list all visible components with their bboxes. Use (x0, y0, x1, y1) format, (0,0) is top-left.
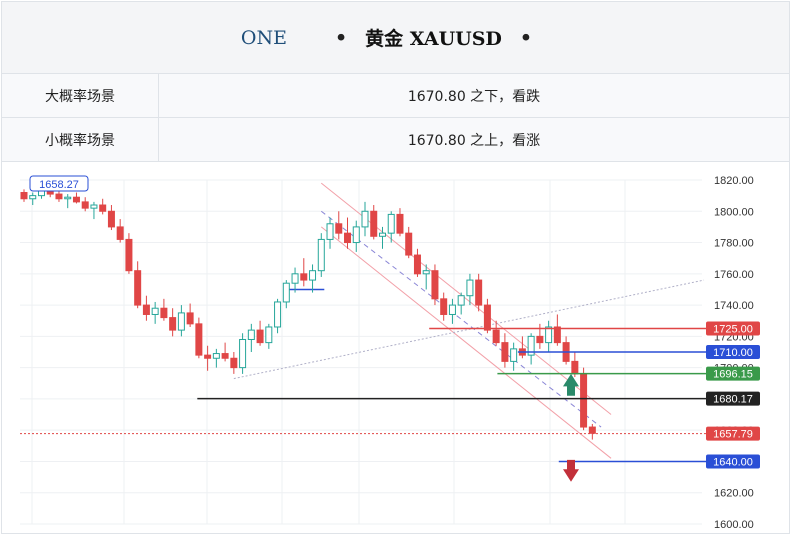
candle-body (291, 273, 299, 284)
chart-canvas[interactable]: 1600.001620.001640.001660.001680.001700.… (2, 162, 789, 533)
candle-body (169, 317, 177, 331)
candle-body (422, 270, 430, 275)
candle-body (396, 213, 404, 234)
channel-mid-line (320, 210, 602, 428)
candle-body (64, 196, 72, 200)
candle-body (370, 210, 378, 237)
scenario-value: 1670.80 之上，看涨 (407, 132, 541, 149)
scenario-row-low: 小概率场景 1670.80 之上，看涨 (2, 118, 789, 162)
candle-body (212, 353, 220, 359)
candle-body (230, 357, 238, 369)
candle-body (545, 326, 553, 344)
scenario-label: 大概率场景 (2, 74, 159, 117)
y-tick-label: 1800.00 (714, 206, 754, 218)
candle-body (90, 204, 98, 209)
candle-body (326, 223, 334, 240)
candle-body (580, 373, 588, 428)
scenario-label: 小概率场景 (2, 118, 159, 161)
instrument-title: 黄金 XAUUSD (365, 28, 502, 50)
price-level-label: 1657.79 (713, 429, 753, 441)
candle-body (300, 273, 308, 281)
candle-body (553, 326, 561, 344)
candle-body (457, 295, 465, 306)
candle-body (186, 312, 194, 325)
instrument-code: ONE (240, 26, 287, 49)
candle-body (387, 213, 395, 234)
scenario-value: 1670.80 之下，看跌 (407, 88, 541, 105)
candle-body (413, 254, 421, 275)
candle-body (431, 270, 439, 300)
down-arrow-icon (563, 459, 579, 482)
candle-body (107, 210, 115, 228)
candle-body (492, 329, 500, 344)
candle-body (483, 304, 491, 331)
y-tick-label: 1600.00 (714, 519, 754, 531)
candle-body (274, 301, 282, 328)
candle-body (571, 360, 579, 375)
candle-body (160, 307, 168, 319)
price-level-label: 1680.17 (713, 394, 753, 406)
y-tick-label: 1760.00 (714, 269, 754, 281)
candle-body (466, 279, 474, 297)
candle-body (204, 354, 212, 359)
candle-body (37, 190, 45, 197)
candle-body (378, 232, 386, 237)
candle-body (72, 196, 80, 203)
y-tick-label: 1780.00 (714, 238, 754, 250)
candle-body (239, 338, 247, 369)
candle-body (588, 426, 596, 434)
candle-body (265, 326, 273, 344)
candle-body (221, 353, 229, 359)
candle-body (440, 298, 448, 315)
candle-body (256, 329, 264, 344)
candle-body (510, 348, 518, 362)
price-level-label: 1710.00 (713, 347, 753, 359)
separator-dot: • (519, 26, 533, 49)
up-arrow-icon (563, 373, 579, 396)
separator-dot: • (335, 26, 348, 49)
y-tick-label: 1740.00 (714, 300, 754, 312)
candle-body (134, 270, 142, 306)
candle-body (344, 232, 352, 244)
candle-body (142, 304, 150, 315)
candle-body (247, 329, 255, 340)
candle-body (405, 232, 413, 256)
candle-body (29, 195, 37, 200)
scenario-row-high: 大概率场景 1670.80 之下，看跌 (2, 74, 789, 118)
candle-body (317, 238, 325, 272)
price-level-label: 1640.00 (713, 456, 753, 468)
candle-body (177, 312, 185, 331)
candle-body (55, 193, 63, 200)
candle-body (125, 238, 133, 272)
candle-body (99, 204, 107, 212)
candle-body (195, 323, 203, 356)
candle-body (475, 279, 483, 306)
candle-body (536, 335, 544, 344)
candle-body (361, 210, 369, 228)
candle-body (116, 226, 124, 240)
price-chart[interactable]: 1600.001620.001640.001660.001680.001700.… (2, 162, 789, 533)
price-label-text: 1658.27 (39, 179, 79, 191)
y-tick-label: 1620.00 (714, 488, 754, 500)
candle-body (151, 307, 159, 315)
candle-body (448, 304, 456, 315)
candle-body (20, 192, 28, 200)
candle-body (309, 270, 317, 281)
candle-body (81, 201, 89, 209)
candle-body (352, 226, 360, 244)
price-level-label: 1696.15 (713, 369, 753, 381)
candle-body (282, 282, 290, 303)
price-level-label: 1725.00 (713, 324, 753, 336)
report-header: ONE • 黄金 XAUUSD • (2, 2, 789, 74)
y-tick-label: 1820.00 (714, 175, 754, 187)
candle-body (335, 223, 343, 234)
candle-body (501, 342, 509, 362)
